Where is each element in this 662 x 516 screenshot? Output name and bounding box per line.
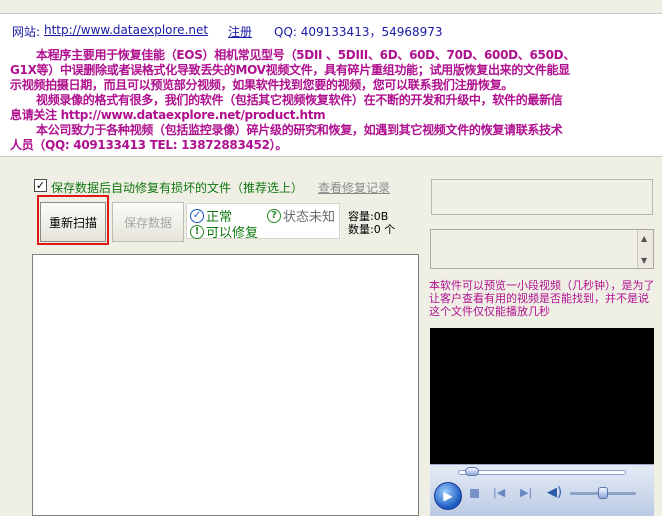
rescan-button[interactable]: 重新扫描 [40, 202, 106, 242]
website-label: 网站: [12, 25, 41, 39]
view-repair-log-link[interactable]: 查看修复记录 [318, 179, 390, 196]
scroll-up-arrow-icon[interactable]: ▲ [641, 234, 647, 243]
seek-handle[interactable] [464, 467, 479, 476]
auto-repair-label: 保存数据后自动修复有损坏的文件（推荐选上） [51, 181, 304, 195]
description-line: 视频录像的格式有很多，我们的软件（包括其它视频恢复软件）在不断的开发和升级中，软… [36, 93, 563, 107]
play-button[interactable]: ▶ [434, 482, 462, 510]
seek-bar[interactable] [458, 470, 626, 475]
description-line: 本公司致力于各种视频（包括监控录像）碎片级的研究和恢复，如遇到其它视频文件的恢复… [36, 123, 563, 137]
exclamation-circle-icon: ! [190, 224, 204, 239]
previous-track-icon[interactable]: |◀ [493, 486, 505, 499]
scroll-down-arrow-icon[interactable]: ▼ [641, 256, 647, 265]
video-preview-player[interactable]: ▶ |◀ ▶| ◀) [430, 328, 654, 516]
description-line: 示视频拍摄日期，而且可以预览部分视频，如果软件找到您要的视频，您可以联系我们注册… [10, 78, 514, 92]
info-display-box [431, 179, 653, 215]
legend-repairable: ! 可以修复 [190, 222, 258, 241]
stop-icon[interactable] [470, 489, 479, 498]
info-panel: 网站: http://www.dataexplore.net 注册 QQ: 40… [0, 13, 662, 157]
volume-handle[interactable] [598, 487, 608, 499]
recovered-file-list[interactable] [32, 254, 419, 516]
description-line: 人员（QQ: 409133413 TEL: 13872883452）。 [10, 138, 288, 152]
volume-icon[interactable]: ◀) [547, 485, 562, 500]
player-controls: ▶ |◀ ▶| ◀) [430, 464, 654, 516]
description-line: 本程序主要用于恢复佳能（EOS）相机常见型号（5DII 、5DIII、6D、60… [36, 48, 576, 62]
vertical-scrollbar[interactable]: ▲ ▼ [637, 230, 653, 268]
video-screen[interactable] [430, 328, 654, 464]
legend-unknown-label: 状态未知 [283, 210, 336, 225]
description-line: G1X等）中误删除或者误格式化导致丢失的MOV视频文件，具有碎片重组功能；试用版… [10, 63, 570, 77]
website-link[interactable]: http://www.dataexplore.net [44, 23, 208, 37]
auto-repair-checkbox[interactable]: ✓ [34, 179, 47, 192]
register-link[interactable]: 注册 [228, 23, 252, 40]
save-data-button[interactable]: 保存数据 [112, 202, 184, 242]
question-circle-icon: ? [267, 208, 281, 223]
preview-note: 本软件可以预览一小段视频（几秒钟），是为了让客户查看有用的视频是否能找到，并不是… [429, 279, 655, 318]
status-legend: ✓ 正常 ? 状态未知 ! 可以修复 [186, 203, 340, 241]
check-circle-icon: ✓ [190, 208, 204, 223]
file-count-readout: 数量:0 个 [348, 223, 396, 236]
qq-contact-text: QQ: 409133413，54968973 [274, 25, 443, 39]
program-description: 本程序主要用于恢复佳能（EOS）相机常见型号（5DII 、5DIII、6D、60… [10, 48, 650, 153]
description-line: 息请关注 http://www.dataexplore.net/product.… [10, 108, 326, 122]
detail-list-box[interactable]: ▲ ▼ [430, 229, 654, 269]
legend-unknown: ? 状态未知 [267, 206, 335, 225]
next-track-icon[interactable]: ▶| [520, 486, 532, 499]
legend-repairable-label: 可以修复 [206, 226, 259, 241]
